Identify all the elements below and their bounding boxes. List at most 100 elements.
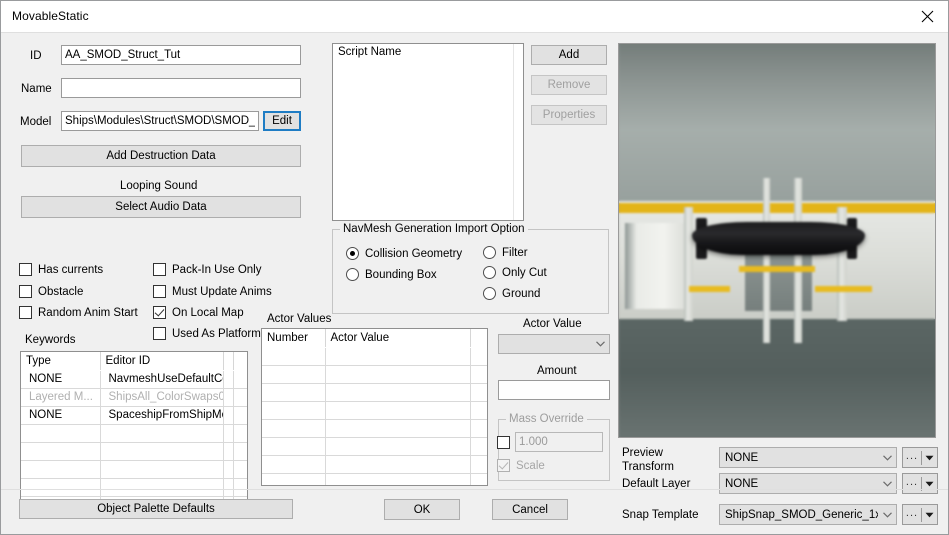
radio-circle (483, 246, 496, 259)
snap-template-label: Snap Template (622, 509, 699, 521)
cell-type: Layered M... (21, 388, 101, 407)
column-header-filler (470, 329, 487, 348)
checkbox-used-as-platform[interactable]: Used As Platform (153, 327, 261, 340)
table-row[interactable]: Layered M... ShipsAll_ColorSwaps01 (21, 388, 247, 407)
checkbox-obstacle[interactable]: Obstacle (19, 285, 83, 298)
checkbox-label: Used As Platform (172, 327, 261, 340)
chevron-down-icon (878, 480, 896, 487)
radio-collision-geometry[interactable]: Collision Geometry (346, 247, 462, 260)
checkbox-label: Obstacle (38, 285, 84, 298)
scripts-scrollbar[interactable] (513, 44, 523, 220)
add-script-button[interactable]: Add (531, 45, 607, 65)
default-layer-combo[interactable]: NONE (719, 473, 897, 494)
table-row-empty[interactable] (21, 460, 247, 479)
model-preview-viewport[interactable] (618, 43, 936, 438)
keywords-table[interactable]: Type Editor ID NONE NavmeshUseDefaultCo.… (20, 351, 248, 516)
table-row-empty[interactable] (262, 455, 487, 474)
scripts-listbox[interactable]: Script Name (332, 43, 524, 221)
actor-values-table[interactable]: Number Actor Value (261, 328, 488, 486)
table-row-empty[interactable] (262, 347, 487, 366)
column-header-filler (233, 352, 247, 371)
model-input[interactable] (61, 111, 259, 131)
radio-circle (346, 268, 359, 281)
amount-label: Amount (537, 365, 577, 377)
mass-override-group-title: Mass Override (506, 413, 587, 425)
table-row[interactable]: NONE SpaceshipFromShipMo... (21, 406, 247, 425)
table-row-empty[interactable] (262, 437, 487, 456)
cell-type: NONE (21, 406, 101, 425)
table-row-empty[interactable] (262, 473, 487, 485)
checkbox-on-local-map[interactable]: On Local Map (153, 306, 244, 319)
checkbox-has-currents[interactable]: Has currents (19, 263, 103, 276)
column-header-type: Type (21, 352, 101, 371)
cell-editor-id: ShipsAll_ColorSwaps01 (100, 388, 224, 407)
checkbox-must-update-anims[interactable]: Must Update Anims (153, 285, 272, 298)
checkbox-pack-in-use-only[interactable]: Pack-In Use Only (153, 263, 261, 276)
preview-transform-value: NONE (725, 451, 759, 464)
checkbox-random-anim-start[interactable]: Random Anim Start (19, 306, 138, 319)
object-palette-defaults-button[interactable]: Object Palette Defaults (19, 499, 293, 519)
preview-transform-combo[interactable]: NONE (719, 447, 897, 468)
add-destruction-data-button[interactable]: Add Destruction Data (21, 145, 301, 167)
default-layer-browse-button[interactable]: ... (902, 473, 938, 494)
preview-transform-label-line1: Preview (622, 447, 663, 459)
radio-label: Only Cut (502, 266, 547, 279)
radio-ground[interactable]: Ground (483, 287, 540, 300)
cell-spacer (223, 406, 234, 425)
ok-button[interactable]: OK (384, 499, 460, 520)
column-header-actor-value: Actor Value (325, 329, 471, 348)
checkbox-box (153, 327, 166, 340)
edit-model-button[interactable]: Edit (263, 111, 301, 131)
radio-circle (346, 247, 359, 260)
preview-transform-browse-button[interactable]: ... (902, 447, 938, 468)
amount-input[interactable] (498, 380, 610, 400)
checkbox-mass-override[interactable] (497, 436, 510, 449)
close-icon[interactable] (904, 1, 948, 31)
table-header-row: Type Editor ID (21, 352, 247, 371)
radio-circle (483, 287, 496, 300)
cancel-button[interactable]: Cancel (492, 499, 568, 520)
ellipsis-icon: ... (905, 506, 919, 519)
script-properties-button: Properties (531, 105, 607, 125)
table-row[interactable]: NONE NavmeshUseDefaultCo... (21, 370, 247, 389)
radio-bounding-box[interactable]: Bounding Box (346, 268, 437, 281)
checkbox-box (497, 436, 510, 449)
snap-template-browse-button[interactable]: ... (902, 504, 938, 525)
dialog-client-area: ID Name Model Edit Add Destruction Data … (1, 32, 948, 534)
table-row-empty[interactable] (21, 478, 247, 497)
checkbox-label: Pack-In Use Only (172, 263, 262, 276)
radio-filter[interactable]: Filter (483, 246, 528, 259)
cell-filler (233, 370, 247, 389)
radio-only-cut[interactable]: Only Cut (483, 266, 547, 279)
ellipsis-icon: ... (905, 449, 919, 462)
checkbox-label: Random Anim Start (38, 306, 138, 319)
select-audio-data-button[interactable]: Select Audio Data (21, 196, 301, 218)
checkbox-box (497, 459, 510, 472)
scripts-column-header: Script Name (338, 46, 402, 58)
radio-label: Bounding Box (365, 268, 437, 281)
table-row-empty[interactable] (262, 383, 487, 402)
default-layer-value: NONE (725, 477, 759, 490)
name-input[interactable] (61, 78, 301, 98)
table-row-empty[interactable] (262, 365, 487, 384)
table-row-empty[interactable] (262, 401, 487, 420)
title-bar: MovableStatic (1, 1, 948, 32)
table-row-empty[interactable] (21, 424, 247, 443)
table-row-empty[interactable] (21, 442, 247, 461)
caret-down-icon (922, 481, 937, 487)
radio-label: Filter (502, 246, 528, 259)
window-title: MovableStatic (12, 9, 89, 23)
actor-value-combo[interactable] (498, 334, 610, 354)
navmesh-group-title: NavMesh Generation Import Option (340, 223, 528, 235)
snap-template-combo[interactable]: ShipSnap_SMOD_Generic_1x1x (719, 504, 897, 525)
id-input[interactable] (61, 45, 301, 65)
looping-sound-label: Looping Sound (120, 180, 198, 192)
mass-value-input (515, 432, 603, 452)
radio-label: Collision Geometry (365, 247, 463, 260)
radio-circle (483, 266, 496, 279)
chevron-down-icon (878, 454, 896, 461)
movable-static-dialog: MovableStatic ID Name Model Edit Add Des… (0, 0, 949, 535)
table-header-row: Number Actor Value (262, 329, 487, 348)
table-row-empty[interactable] (262, 419, 487, 438)
model-label: Model (20, 116, 52, 128)
